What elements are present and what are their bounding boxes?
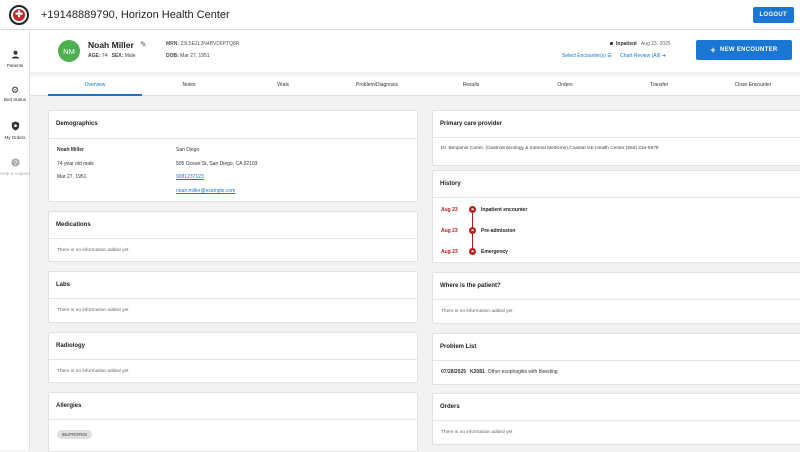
encounter-links: Select Encounter(s) ☰ Chart Review (All)…	[562, 53, 673, 59]
help-icon: ?	[0, 158, 30, 169]
tab-overview[interactable]: Overview	[48, 82, 142, 88]
empty-message: There is no information added yet	[441, 430, 513, 435]
tab-vitals[interactable]: Vitals	[236, 82, 330, 88]
card-title: Demographics	[56, 121, 98, 127]
tab-orders[interactable]: Orders	[518, 82, 612, 88]
patient-mrn: MRN: 23L5E2L3N4BVD6PTQ8R	[166, 41, 240, 47]
labs-card: Labs There is no information added yet	[48, 271, 418, 323]
card-title: Allergies	[56, 403, 82, 409]
demo-email-link[interactable]: noah.miller@example.com	[176, 188, 235, 194]
card-title: Radiology	[56, 343, 86, 349]
pcp-details: Dr. Benjamin Carter, (Gastroenterology &…	[441, 146, 659, 151]
edit-pencil-icon[interactable]: ✎	[140, 40, 147, 49]
patient-age-sex: AGE: 74 SEX: Male	[88, 53, 136, 59]
card-title: Primary care provider	[440, 121, 503, 127]
radiology-card: Radiology There is no information added …	[48, 332, 418, 383]
medications-card: Medications There is no information adde…	[48, 211, 418, 262]
patient-name: Noah Miller	[88, 40, 134, 50]
history-item[interactable]: Aug 23 ⚑ Inpatient encounter	[441, 206, 527, 213]
history-card: History Aug 23 ⚑ Inpatient encounter Aug 2…	[432, 170, 800, 263]
empty-message: There is no information added yet	[441, 309, 513, 314]
logout-button[interactable]: LOGOUT	[752, 7, 794, 23]
active-tab-indicator	[48, 94, 142, 96]
allergy-chip: IBUPROFEN	[57, 430, 93, 439]
patient-dob: DOB: Mar 27, 1951	[166, 53, 210, 59]
card-title: Where is the patient?	[440, 283, 501, 289]
sidebar-item-help[interactable]: ? Help & support	[0, 158, 30, 176]
sidebar-item-bed-status[interactable]: ⚙ Bed Status	[0, 85, 30, 102]
empty-message: There is no information added yet	[57, 369, 129, 374]
tab-problem-diagnosis[interactable]: Problem/Diagnosis	[330, 82, 424, 88]
chart-review-link[interactable]: Chart Review (All) ➜	[620, 53, 666, 59]
demo-name: Noah Miller	[57, 147, 84, 153]
tab-close-encounter[interactable]: Close Encounter	[706, 82, 800, 88]
gear-icon: ⚙	[10, 85, 20, 95]
history-item[interactable]: Aug 23 ⚑ Pre-admission	[441, 227, 515, 234]
shield-icon	[0, 121, 30, 133]
new-encounter-button[interactable]: + NEW ENCOUNTER	[696, 40, 792, 60]
select-encounters-link[interactable]: Select Encounter(s) ☰	[562, 53, 612, 59]
history-event-icon: ⚑	[469, 248, 476, 255]
demo-age-sex: 74 year old male	[57, 161, 94, 167]
sidebar: Patients ⚙ Bed Status My Orders ? Help &…	[0, 30, 30, 450]
history-event-icon: ⚑	[469, 206, 476, 213]
problem-list-card: Problem List 07/28/2025 K2081 Other esopha…	[432, 333, 800, 385]
avatar: NM	[58, 40, 80, 62]
orders-card: Orders There is no information added yet	[432, 393, 800, 445]
plus-icon: +	[710, 45, 716, 55]
top-bar: ✚ +19148889790, Horizon Health Center LO…	[0, 0, 800, 30]
patient-header: NM Noah Miller ✎ AGE: 74 SEX: Male MRN: …	[30, 30, 800, 72]
empty-message: There is no information added yet	[57, 308, 129, 313]
app-logo: ✚	[9, 4, 29, 25]
svg-text:?: ?	[13, 160, 17, 167]
empty-message: There is no information added yet	[57, 248, 129, 253]
app-title: +19148889790, Horizon Health Center	[41, 8, 230, 21]
card-title: History	[440, 181, 461, 187]
patient-location-card: Where is the patient? There is no inform…	[432, 272, 800, 324]
new-encounter-label: NEW ENCOUNTER	[719, 47, 778, 53]
tab-transfer[interactable]: Transfer	[612, 82, 706, 88]
demo-city: San Diego	[176, 147, 200, 153]
encounter-status: Inpatient Aug 23, 2025	[610, 41, 671, 47]
person-icon	[0, 50, 30, 61]
sidebar-item-patients[interactable]: Patients	[0, 50, 30, 68]
demographics-card: Demographics Noah Miller 74 year old mal…	[48, 110, 418, 202]
sidebar-item-label: Bed Status	[3, 97, 26, 102]
sidebar-item-label: My Orders	[4, 135, 26, 140]
sidebar-item-my-orders[interactable]: My Orders	[0, 121, 30, 140]
history-event-icon: ⚑	[469, 227, 476, 234]
card-title: Labs	[56, 282, 71, 288]
card-title: Orders	[440, 404, 460, 410]
card-title: Problem List	[440, 344, 477, 350]
sidebar-item-label: Patients	[6, 63, 24, 68]
sidebar-item-label: Help & support	[0, 171, 30, 176]
pcp-card: Primary care provider Dr. Benjamin Carte…	[432, 110, 800, 166]
demo-dob: Mar 27, 1951	[57, 174, 87, 180]
tab-bar: Overview Notes Vitals Problem/Diagnosis …	[30, 76, 800, 96]
demo-address: 505 Ocean St, San Diego, CA 92103	[176, 161, 258, 167]
tab-results[interactable]: Results	[424, 82, 518, 88]
history-item[interactable]: Aug 23 ⚑ Emergency	[441, 248, 508, 255]
demo-phone-link[interactable]: 9081237123	[176, 174, 204, 180]
tab-notes[interactable]: Notes	[142, 82, 236, 88]
allergies-card: Allergies IBUPROFEN	[48, 392, 418, 452]
problem-item[interactable]: 07/28/2025 K2081 Other esophagitis with bl…	[441, 369, 558, 375]
card-title: Medications	[56, 222, 91, 228]
